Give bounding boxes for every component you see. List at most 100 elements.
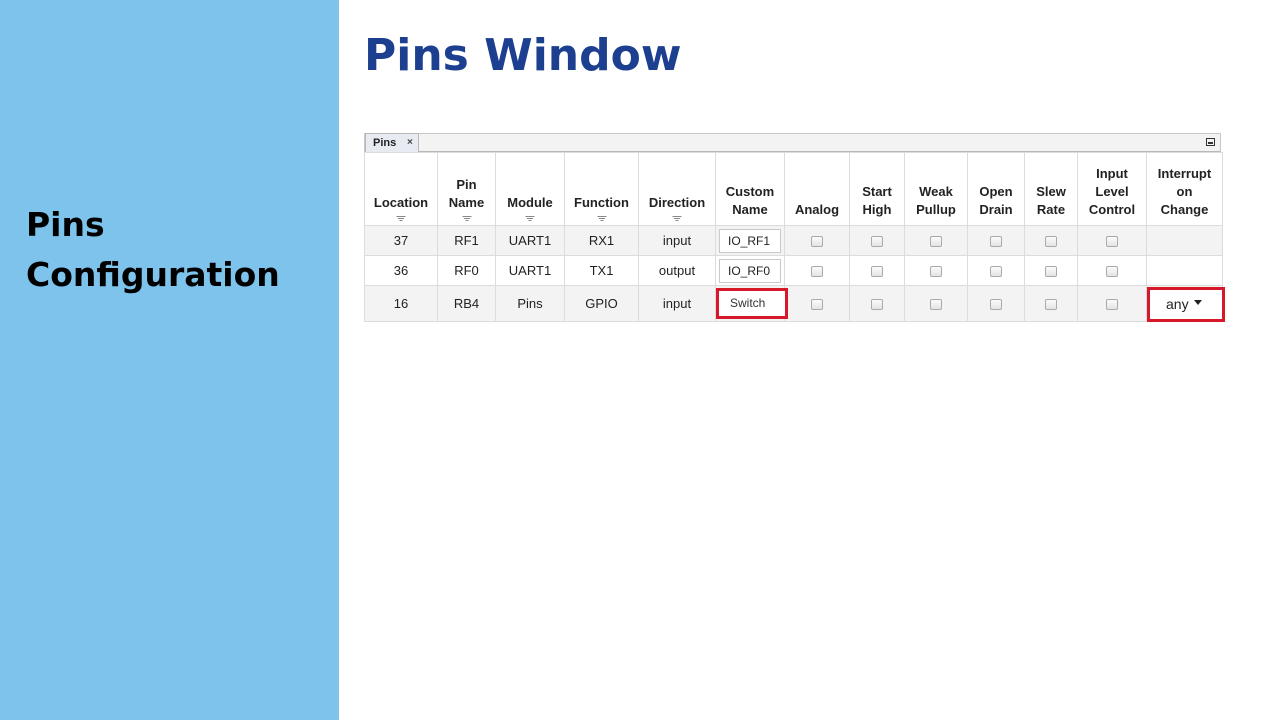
- page-title: Pins Window: [364, 30, 682, 81]
- column-header-module[interactable]: Module: [495, 152, 565, 226]
- cell-custom-name: Switch: [715, 285, 788, 322]
- custom-name-input-highlighted[interactable]: Switch: [716, 288, 788, 319]
- column-header-start-high: Start High: [849, 152, 905, 226]
- column-header-input-level-control: Input Level Control: [1077, 152, 1147, 226]
- filter-icon[interactable]: [397, 215, 406, 222]
- cell-module: Pins: [495, 285, 565, 322]
- start-high-checkbox[interactable]: [871, 299, 883, 311]
- close-icon[interactable]: ×: [407, 134, 413, 152]
- open-drain-checkbox[interactable]: [990, 299, 1002, 311]
- cell-pin-name: RF1: [437, 225, 496, 256]
- cell-interrupt-on-change: any: [1146, 285, 1225, 322]
- sidebar-title-line-2: Configuration: [26, 255, 280, 294]
- column-header-pin-name[interactable]: Pin Name: [437, 152, 496, 226]
- input-level-control-checkbox[interactable]: [1106, 299, 1118, 311]
- slew-rate-checkbox[interactable]: [1045, 299, 1057, 311]
- custom-name-input[interactable]: IO_RF0: [719, 258, 781, 283]
- open-drain-checkbox[interactable]: [990, 266, 1002, 278]
- header-label: Level: [1095, 184, 1129, 199]
- header-label: Open: [979, 184, 1013, 199]
- header-label: Input: [1096, 166, 1128, 181]
- header-label: Weak: [919, 184, 953, 199]
- header-label: Rate: [1036, 202, 1066, 217]
- start-high-checkbox[interactable]: [871, 236, 883, 248]
- column-header-analog: Analog: [784, 152, 850, 226]
- cell-open-drain: [967, 225, 1025, 256]
- tab-pins[interactable]: Pins ×: [365, 133, 419, 153]
- slew-rate-checkbox[interactable]: [1045, 236, 1057, 248]
- cell-module: UART1: [495, 255, 565, 286]
- header-label: Custom: [725, 184, 775, 199]
- weak-pullup-checkbox[interactable]: [930, 236, 942, 248]
- sidebar-title: Pins Configuration: [26, 200, 280, 300]
- table-header-row: Location Pin Name Module Function Directi…: [364, 152, 1223, 226]
- header-label: Direction: [648, 195, 706, 210]
- header-label: Pin: [456, 177, 477, 192]
- cell-function: GPIO: [564, 285, 639, 322]
- cell-custom-name: IO_RF1: [715, 225, 785, 256]
- cell-slew-rate: [1024, 255, 1078, 286]
- cell-start-high: [849, 255, 905, 286]
- column-header-location[interactable]: Location: [364, 152, 438, 226]
- panel-tab-bar: Pins ×: [364, 133, 1221, 153]
- cell-direction: input: [638, 285, 716, 322]
- header-label: Change: [1160, 202, 1209, 217]
- filter-icon[interactable]: [462, 215, 471, 222]
- header-label: Name: [448, 195, 485, 210]
- header-label: High: [862, 202, 892, 217]
- interrupt-on-change-value: any: [1166, 296, 1189, 312]
- cell-start-high: [849, 285, 905, 322]
- cell-interrupt-on-change: [1146, 255, 1223, 286]
- cell-weak-pullup: [904, 285, 968, 322]
- table-row: 37 RF1 UART1 RX1 input IO_RF1: [364, 225, 1223, 256]
- table-row: 16 RB4 Pins GPIO input Switch any: [364, 285, 1225, 322]
- caret-down-icon: [1193, 299, 1202, 305]
- header-label: Module: [507, 195, 553, 210]
- analog-checkbox[interactable]: [811, 299, 823, 311]
- cell-analog: [784, 255, 850, 286]
- cell-location: 37: [364, 225, 438, 256]
- start-high-checkbox[interactable]: [871, 266, 883, 278]
- weak-pullup-checkbox[interactable]: [930, 266, 942, 278]
- cell-custom-name: IO_RF0: [715, 255, 785, 286]
- header-label: Location: [373, 195, 429, 210]
- minimize-icon[interactable]: [1206, 138, 1215, 146]
- slew-rate-checkbox[interactable]: [1045, 266, 1057, 278]
- filter-icon[interactable]: [597, 215, 606, 222]
- input-level-control-checkbox[interactable]: [1106, 266, 1118, 278]
- header-label: Pullup: [916, 202, 956, 217]
- input-level-control-checkbox[interactable]: [1106, 236, 1118, 248]
- column-header-interrupt-on-change: Interrupt on Change: [1146, 152, 1223, 226]
- cell-slew-rate: [1024, 285, 1078, 322]
- column-header-direction[interactable]: Direction: [638, 152, 716, 226]
- cell-direction: input: [638, 225, 716, 256]
- weak-pullup-checkbox[interactable]: [930, 299, 942, 311]
- header-label: Analog: [794, 202, 840, 217]
- cell-input-level-control: [1077, 255, 1147, 286]
- open-drain-checkbox[interactable]: [990, 236, 1002, 248]
- cell-analog: [784, 285, 850, 322]
- header-label: Function: [574, 195, 629, 210]
- cell-analog: [784, 225, 850, 256]
- table-row: 36 RF0 UART1 TX1 output IO_RF0: [364, 255, 1223, 286]
- analog-checkbox[interactable]: [811, 266, 823, 278]
- interrupt-on-change-dropdown[interactable]: any: [1147, 287, 1225, 322]
- column-header-slew-rate: Slew Rate: [1024, 152, 1078, 226]
- cell-input-level-control: [1077, 225, 1147, 256]
- cell-interrupt-on-change: [1146, 225, 1223, 256]
- cell-module: UART1: [495, 225, 565, 256]
- cell-pin-name: RF0: [437, 255, 496, 286]
- header-label: Control: [1088, 202, 1136, 217]
- custom-name-input[interactable]: IO_RF1: [719, 228, 781, 253]
- cell-function: RX1: [564, 225, 639, 256]
- sidebar-title-line-1: Pins: [26, 205, 105, 244]
- header-label: Start: [862, 184, 892, 199]
- column-header-function[interactable]: Function: [564, 152, 639, 226]
- analog-checkbox[interactable]: [811, 236, 823, 248]
- filter-icon[interactable]: [526, 215, 535, 222]
- cell-input-level-control: [1077, 285, 1147, 322]
- filter-icon[interactable]: [673, 215, 682, 222]
- header-label: Slew: [1036, 184, 1066, 199]
- sidebar-panel: Pins Configuration: [0, 0, 339, 720]
- pins-panel: Pins × Location Pin Name Module Function …: [364, 133, 1225, 322]
